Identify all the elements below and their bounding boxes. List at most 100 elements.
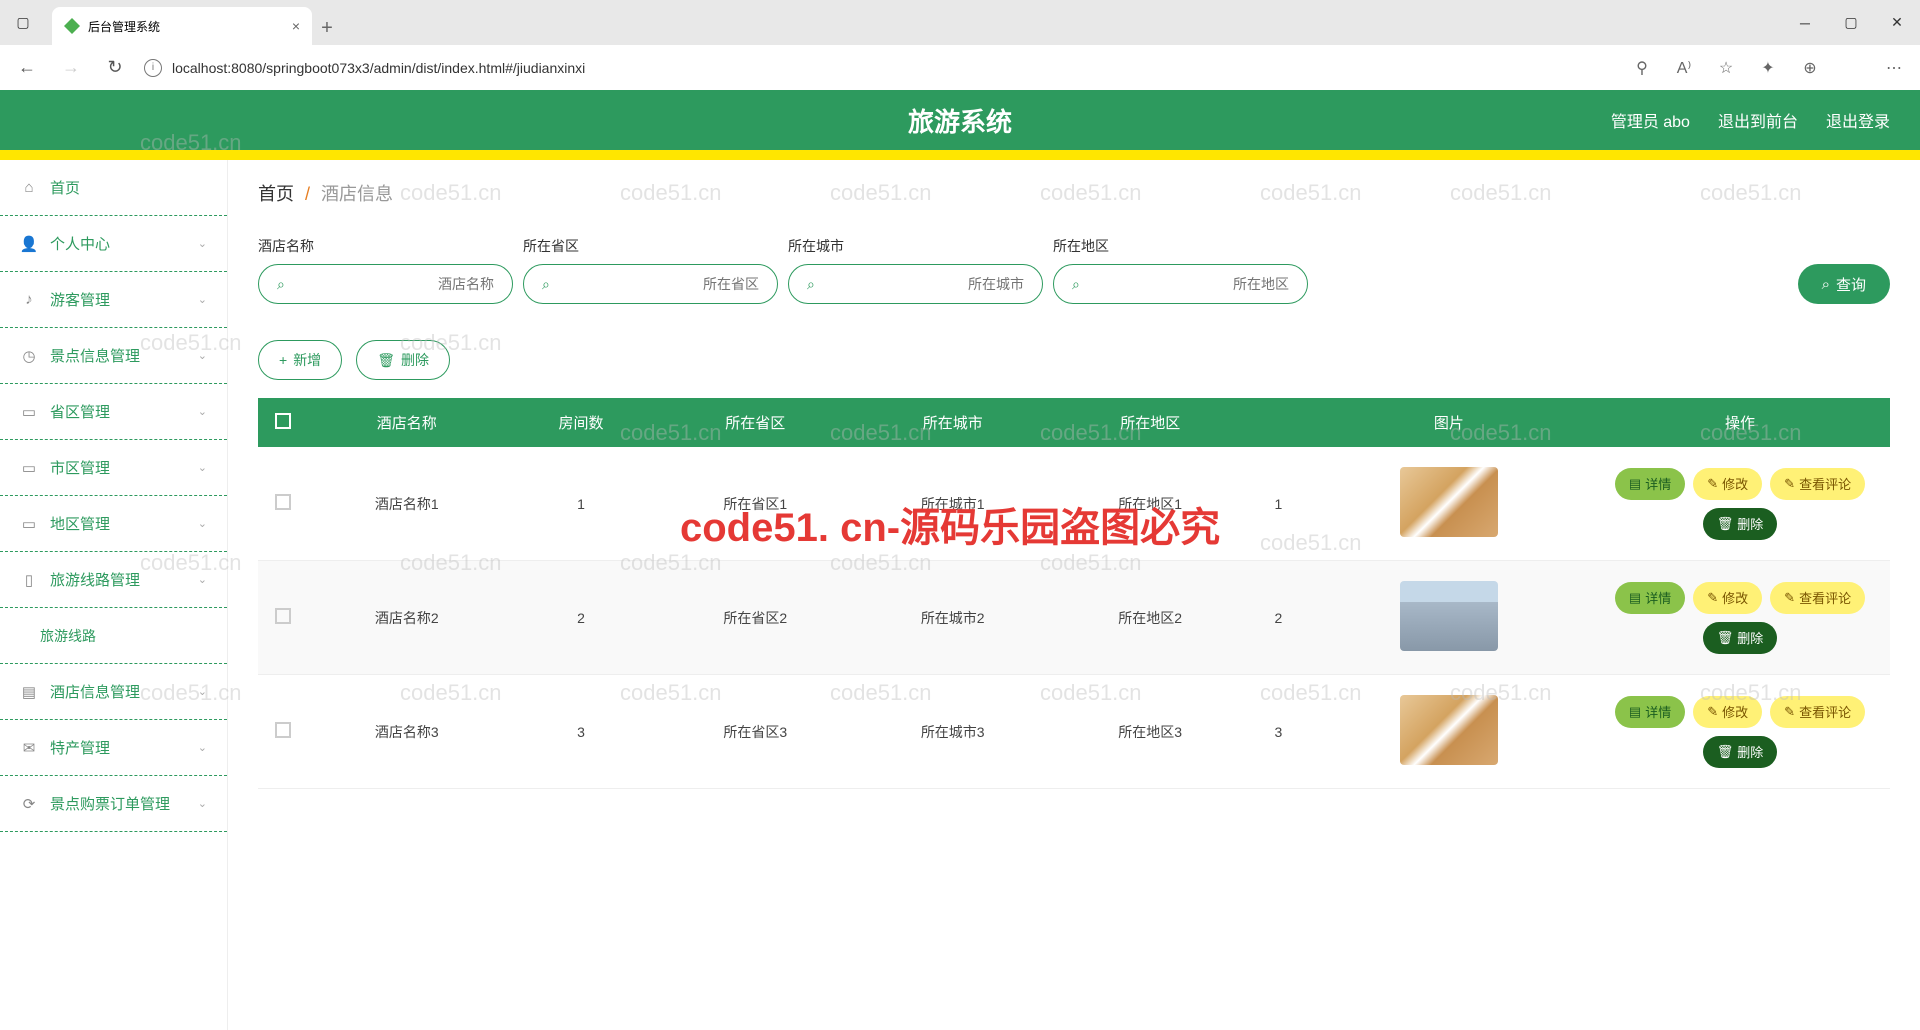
header-right: 管理员 abo 退出到前台 退出登录 <box>1611 108 1890 132</box>
app: 旅游系统 管理员 abo 退出到前台 退出登录 ⌂首页👤个人中心⌄♪游客管理⌄◷… <box>0 90 1920 1030</box>
sidebar-item-7[interactable]: ▯旅游线路管理⌄ <box>0 552 227 608</box>
thumbnail[interactable] <box>1400 695 1498 765</box>
chevron-icon: ⌄ <box>198 573 207 586</box>
list-icon: ▤ <box>1629 590 1641 606</box>
sidebar-item-3[interactable]: ◷景点信息管理⌄ <box>0 328 227 384</box>
tab-close-button[interactable]: × <box>292 18 300 34</box>
menu-icon[interactable]: ⋯ <box>1880 58 1908 78</box>
sidebar-item-11[interactable]: ⟳景点购票订单管理⌄ <box>0 776 227 832</box>
maximize-button[interactable]: ▢ <box>1828 0 1874 45</box>
password-icon[interactable]: ⚲ <box>1628 58 1656 78</box>
app-title: 旅游系统 <box>908 102 1012 139</box>
comment-button[interactable]: ✎ 查看评论 <box>1770 582 1865 614</box>
cell-prov: 所在省区3 <box>656 675 853 789</box>
favicon <box>64 18 80 34</box>
row-delete-button[interactable]: 🗑 删除 <box>1703 508 1778 540</box>
sidebar-item-10[interactable]: ✉特产管理⌄ <box>0 720 227 776</box>
chevron-icon: ⌄ <box>198 293 207 306</box>
browser-tab[interactable]: 后台管理系统 × <box>52 7 312 45</box>
sidebar-item-label: 首页 <box>50 177 80 198</box>
tab-bar: ▢ 后台管理系统 × + ─ ▢ ✕ <box>0 0 1920 45</box>
sidebar-item-4[interactable]: ▭省区管理⌄ <box>0 384 227 440</box>
sidebar-item-2[interactable]: ♪游客管理⌄ <box>0 272 227 328</box>
row-checkbox[interactable] <box>275 494 291 510</box>
select-all-checkbox[interactable] <box>275 413 291 429</box>
sidebar-item-8[interactable]: 旅游线路 <box>0 608 227 664</box>
site-info-icon[interactable]: i <box>144 59 162 77</box>
collections-icon[interactable]: ⊕ <box>1796 58 1824 78</box>
sidebar-item-label: 酒店信息管理 <box>50 681 140 702</box>
to-front-link[interactable]: 退出到前台 <box>1718 108 1798 132</box>
favorite-icon[interactable]: ☆ <box>1712 58 1740 78</box>
sidebar-item-label: 个人中心 <box>50 233 110 254</box>
pencil-icon: ✎ <box>1707 476 1718 492</box>
tab-list-button[interactable]: ▢ <box>0 0 46 45</box>
sidebar-icon: ⌂ <box>20 179 38 197</box>
user-label[interactable]: 管理员 abo <box>1611 108 1690 132</box>
thumbnail[interactable] <box>1400 467 1498 537</box>
row-delete-button[interactable]: 🗑 删除 <box>1703 736 1778 768</box>
detail-button[interactable]: ▤ 详情 <box>1615 696 1685 728</box>
query-button[interactable]: ⌕ 查询 <box>1798 264 1890 304</box>
sidebar-item-label: 市区管理 <box>50 457 110 478</box>
read-aloud-icon[interactable]: A⁾ <box>1670 58 1698 78</box>
search-input-wrap[interactable]: ⌕ <box>1053 264 1308 304</box>
table-header-1: 酒店名称 <box>308 398 505 447</box>
row-actions: ▤ 详情 ✎ 修改 ✎ 查看评论 🗑 删除 <box>1598 696 1882 768</box>
trash-icon: 🗑 <box>1717 516 1734 532</box>
refresh-button[interactable]: ↻ <box>100 57 130 78</box>
search-input-wrap[interactable]: ⌕ <box>523 264 778 304</box>
breadcrumb-home[interactable]: 首页 <box>258 184 294 204</box>
main-content: 首页 / 酒店信息 酒店名称 ⌕ 所在省区 ⌕ 所在城市 ⌕ 所在地区 ⌕ ⌕ … <box>228 160 1920 1030</box>
comment-button[interactable]: ✎ 查看评论 <box>1770 468 1865 500</box>
sidebar-icon: ◷ <box>20 347 38 365</box>
sidebar: ⌂ 首页 👤个人中心⌄♪游客管理⌄◷景点信息管理⌄▭省区管理⌄▭市区管理⌄▭地区管理… <box>0 160 228 1030</box>
trash-icon: 🗑 <box>377 352 395 369</box>
row-checkbox[interactable] <box>275 608 291 624</box>
back-button[interactable]: ← <box>12 57 42 78</box>
address-field[interactable]: i localhost:8080/springboot073x3/admin/d… <box>144 59 1614 77</box>
logout-link[interactable]: 退出登录 <box>1826 108 1890 132</box>
sidebar-item-6[interactable]: ▭地区管理⌄ <box>0 496 227 552</box>
search-input-wrap[interactable]: ⌕ <box>258 264 513 304</box>
sidebar-item-label: 特产管理 <box>50 737 110 758</box>
sidebar-item-0[interactable]: ⌂ 首页 <box>0 160 227 216</box>
cell-area: 所在地区3 <box>1051 675 1248 789</box>
cell-rooms: 1 <box>505 447 656 561</box>
search-icon: ⌕ <box>277 276 285 293</box>
edit-button[interactable]: ✎ 修改 <box>1693 696 1762 728</box>
trash-icon: 🗑 <box>1717 630 1734 646</box>
sidebar-item-5[interactable]: ▭市区管理⌄ <box>0 440 227 496</box>
sidebar-item-9[interactable]: ▤酒店信息管理⌄ <box>0 664 227 720</box>
search-icon: ⌕ <box>1072 276 1080 293</box>
query-button-label: 查询 <box>1836 274 1866 295</box>
search-input[interactable] <box>560 276 759 292</box>
search-input[interactable] <box>825 276 1024 292</box>
sidebar-icon: ▤ <box>20 683 38 701</box>
edit-button[interactable]: ✎ 修改 <box>1693 582 1762 614</box>
chevron-icon: ⌄ <box>198 797 207 810</box>
table-header-7: 图片 <box>1308 398 1590 447</box>
thumbnail[interactable] <box>1400 581 1498 651</box>
close-window-button[interactable]: ✕ <box>1874 0 1920 45</box>
comment-button[interactable]: ✎ 查看评论 <box>1770 696 1865 728</box>
forward-button[interactable]: → <box>56 57 86 78</box>
row-delete-button[interactable]: 🗑 删除 <box>1703 622 1778 654</box>
row-checkbox[interactable] <box>275 722 291 738</box>
sidebar-item-1[interactable]: 👤个人中心⌄ <box>0 216 227 272</box>
detail-button[interactable]: ▤ 详情 <box>1615 582 1685 614</box>
table-header-row: 酒店名称房间数所在省区所在城市所在地区图片操作 <box>258 398 1890 447</box>
search-input[interactable] <box>295 276 494 292</box>
add-button[interactable]: + 新增 <box>258 340 342 380</box>
detail-button[interactable]: ▤ 详情 <box>1615 468 1685 500</box>
chevron-icon: ⌄ <box>198 517 207 530</box>
delete-button[interactable]: 🗑 删除 <box>356 340 450 380</box>
minimize-button[interactable]: ─ <box>1782 0 1828 45</box>
edit-button[interactable]: ✎ 修改 <box>1693 468 1762 500</box>
search-input[interactable] <box>1090 276 1289 292</box>
new-tab-button[interactable]: + <box>312 17 342 45</box>
favorites-bar-icon[interactable]: ✦ <box>1754 58 1782 78</box>
cell-rooms: 3 <box>505 675 656 789</box>
search-label: 所在城市 <box>788 236 1043 256</box>
search-input-wrap[interactable]: ⌕ <box>788 264 1043 304</box>
